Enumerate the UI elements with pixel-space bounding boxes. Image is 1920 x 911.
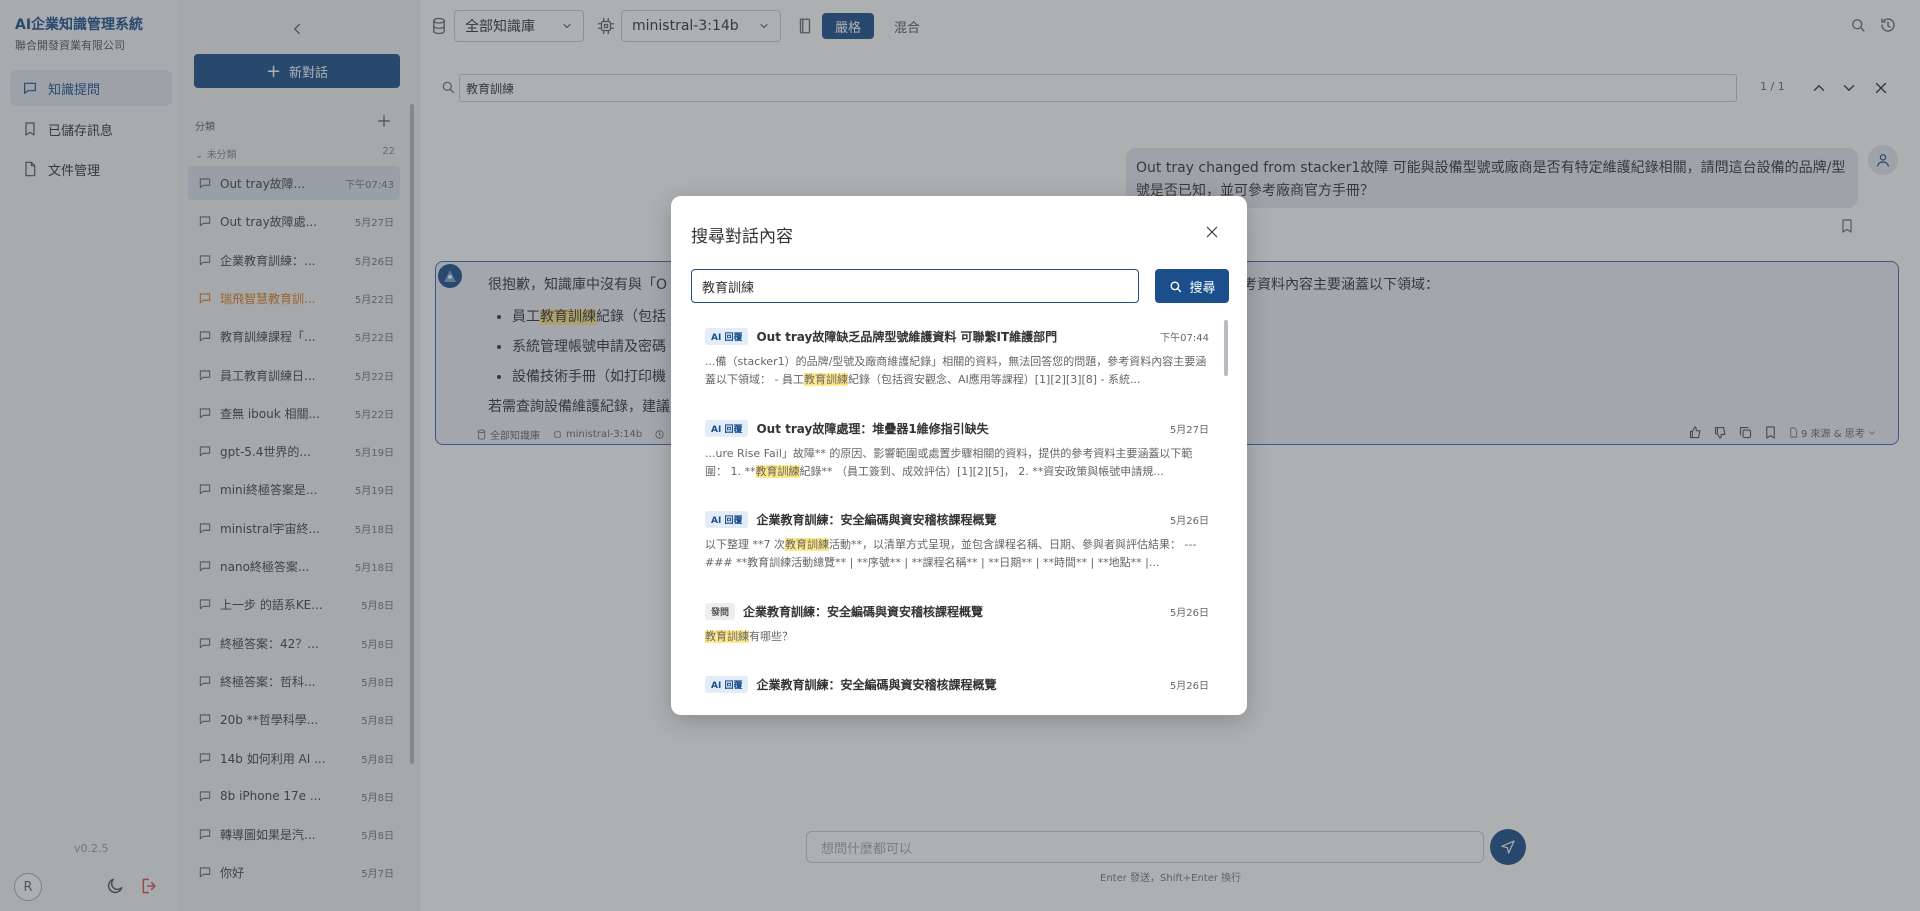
results-scrollbar[interactable]: [1224, 320, 1228, 376]
result-title: 企業教育訓練：安全編碼與資安稽核課程概覽: [743, 604, 984, 619]
modal-title: 搜尋對話內容: [691, 227, 793, 247]
result-header: AI 回覆 企業教育訓練：安全編碼與資安稽核課程概覽 5月26日: [705, 509, 1209, 529]
search-icon: [1170, 280, 1182, 292]
result-snippet: ...ure Rise Fail」故障** 的原因、影響範圍或處置步驟相關的資料…: [705, 447, 1193, 478]
result-header: AI 回覆 企業教育訓練：安全編碼與資安稽核課程概覽 5月26日: [705, 674, 1209, 694]
search-highlight: 教育訓練: [705, 630, 749, 643]
search-result-item[interactable]: AI 回覆 Out tray故障缺乏品牌型號維護資料 可聯繫IT維護部門 下午07:…: [705, 326, 1209, 389]
result-title: 企業教育訓練：安全編碼與資安稽核課程概覽: [756, 512, 997, 527]
search-result-item[interactable]: AI 回覆 企業教育訓練：安全編碼與資安稽核課程概覽 5月26日: [705, 674, 1209, 708]
result-snippet: [705, 701, 1209, 708]
search-result-item[interactable]: AI 回覆 企業教育訓練：安全編碼與資安稽核課程概覽 5月26日以下整理 **7 次…: [705, 509, 1209, 572]
search-results: AI 回覆 Out tray故障缺乏品牌型號維護資料 可聯繫IT維護部門 下午07:…: [671, 318, 1231, 708]
result-badge: 發問: [705, 602, 736, 620]
result-title: 企業教育訓練：安全編碼與資安稽核課程概覽: [756, 677, 997, 692]
result-header: AI 回覆 Out tray故障處理：堆疊器1維修指引缺失 5月27日: [705, 418, 1209, 438]
result-badge: AI 回覆: [705, 675, 749, 693]
close-icon[interactable]: [1204, 224, 1220, 240]
result-date: 5月26日: [1169, 607, 1209, 619]
result-snippet: ...備（stacker1）的品牌/型號及廠商維護紀錄」相關的資料，無法回答您的…: [705, 355, 1207, 386]
result-badge: AI 回覆: [705, 419, 749, 437]
result-date: 5月26日: [1169, 680, 1209, 692]
result-date: 5月26日: [1169, 515, 1209, 527]
result-header: 發問 企業教育訓練：安全編碼與資安稽核課程概覽 5月26日: [705, 601, 1209, 621]
search-highlight: 教育訓練: [785, 538, 829, 551]
result-date: 5月27日: [1169, 424, 1209, 436]
search-highlight: 教育訓練: [803, 373, 848, 386]
result-title: Out tray故障處理：堆疊器1維修指引缺失: [756, 421, 989, 436]
result-header: AI 回覆 Out tray故障缺乏品牌型號維護資料 可聯繫IT維護部門 下午07:…: [705, 326, 1209, 346]
search-result-item[interactable]: AI 回覆 Out tray故障處理：堆疊器1維修指引缺失 5月27日 ...ure …: [705, 418, 1209, 481]
result-date: 下午07:44: [1160, 332, 1209, 344]
result-snippet: 教育訓練有哪些？: [705, 630, 793, 643]
search-modal: 搜尋對話內容 教育訓練 搜尋 AI 回覆 Out tray故障缺乏品牌型號維護資料…: [671, 196, 1247, 715]
result-badge: AI 回覆: [705, 327, 749, 345]
modal-search-button[interactable]: 搜尋: [1155, 269, 1229, 303]
search-highlight: 教育訓練: [755, 465, 800, 478]
modal-search-input[interactable]: 教育訓練: [691, 269, 1139, 303]
search-result-item[interactable]: 發問 企業教育訓練：安全編碼與資安稽核課程概覽 5月26日教育訓練有哪些？: [705, 601, 1209, 646]
result-badge: AI 回覆: [705, 510, 749, 528]
result-snippet: 以下整理 **7 次教育訓練活動**，以清單方式呈現，並包含課程名稱、日期、參與…: [705, 538, 1197, 569]
result-title: Out tray故障缺乏品牌型號維護資料 可聯繫IT維護部門: [756, 329, 1058, 344]
